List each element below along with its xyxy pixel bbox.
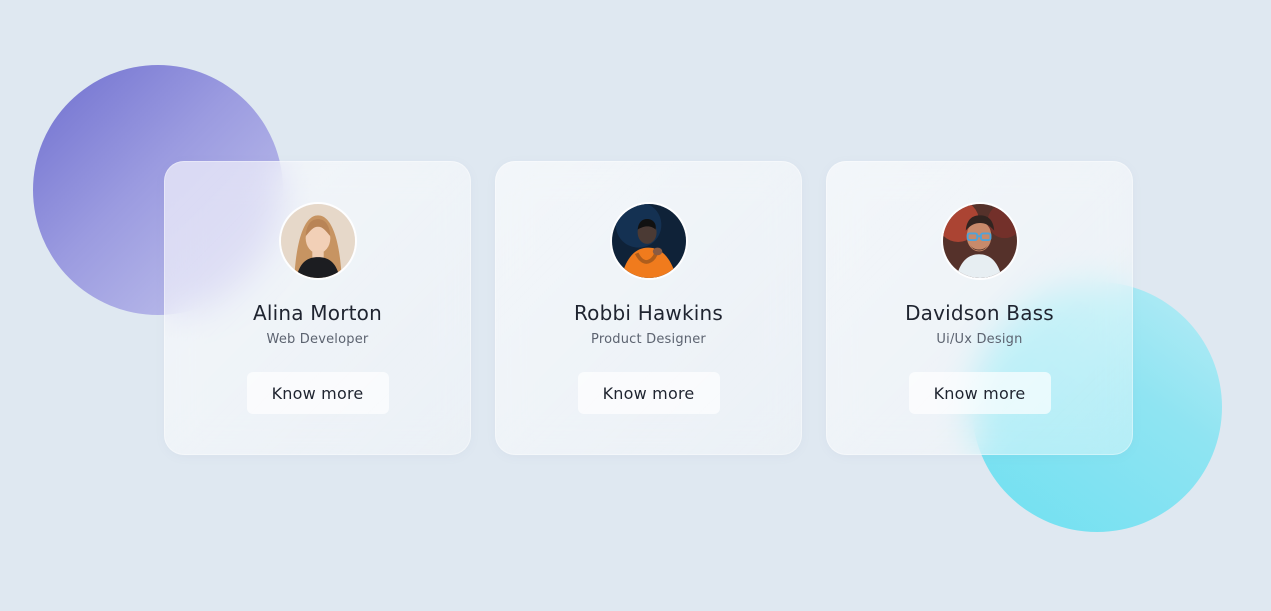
know-more-button[interactable]: Know more: [246, 372, 389, 414]
profile-name: Alina Morton: [253, 301, 382, 325]
profile-name: Robbi Hawkins: [573, 301, 724, 325]
avatar: [278, 202, 357, 280]
profile-card: Davidson Bass Ui/Ux Design Know more: [826, 161, 1133, 455]
know-more-button[interactable]: Know more: [577, 372, 720, 414]
know-more-button[interactable]: Know more: [908, 372, 1051, 414]
avatar-image: [942, 204, 1017, 278]
avatar-image: [611, 204, 686, 278]
profile-role: Product Designer: [591, 332, 706, 347]
profile-card-list: Alina Morton Web Developer Know more Rob…: [164, 161, 1133, 455]
profile-card: Alina Morton Web Developer Know more: [164, 161, 471, 455]
avatar-image: [280, 204, 355, 278]
profile-role: Ui/Ux Design: [936, 332, 1023, 347]
profile-name: Davidson Bass: [905, 301, 1054, 325]
avatar: [940, 202, 1019, 280]
avatar: [609, 202, 688, 280]
profile-card: Robbi Hawkins Product Designer Know more: [495, 161, 802, 455]
profile-role: Web Developer: [266, 332, 369, 347]
